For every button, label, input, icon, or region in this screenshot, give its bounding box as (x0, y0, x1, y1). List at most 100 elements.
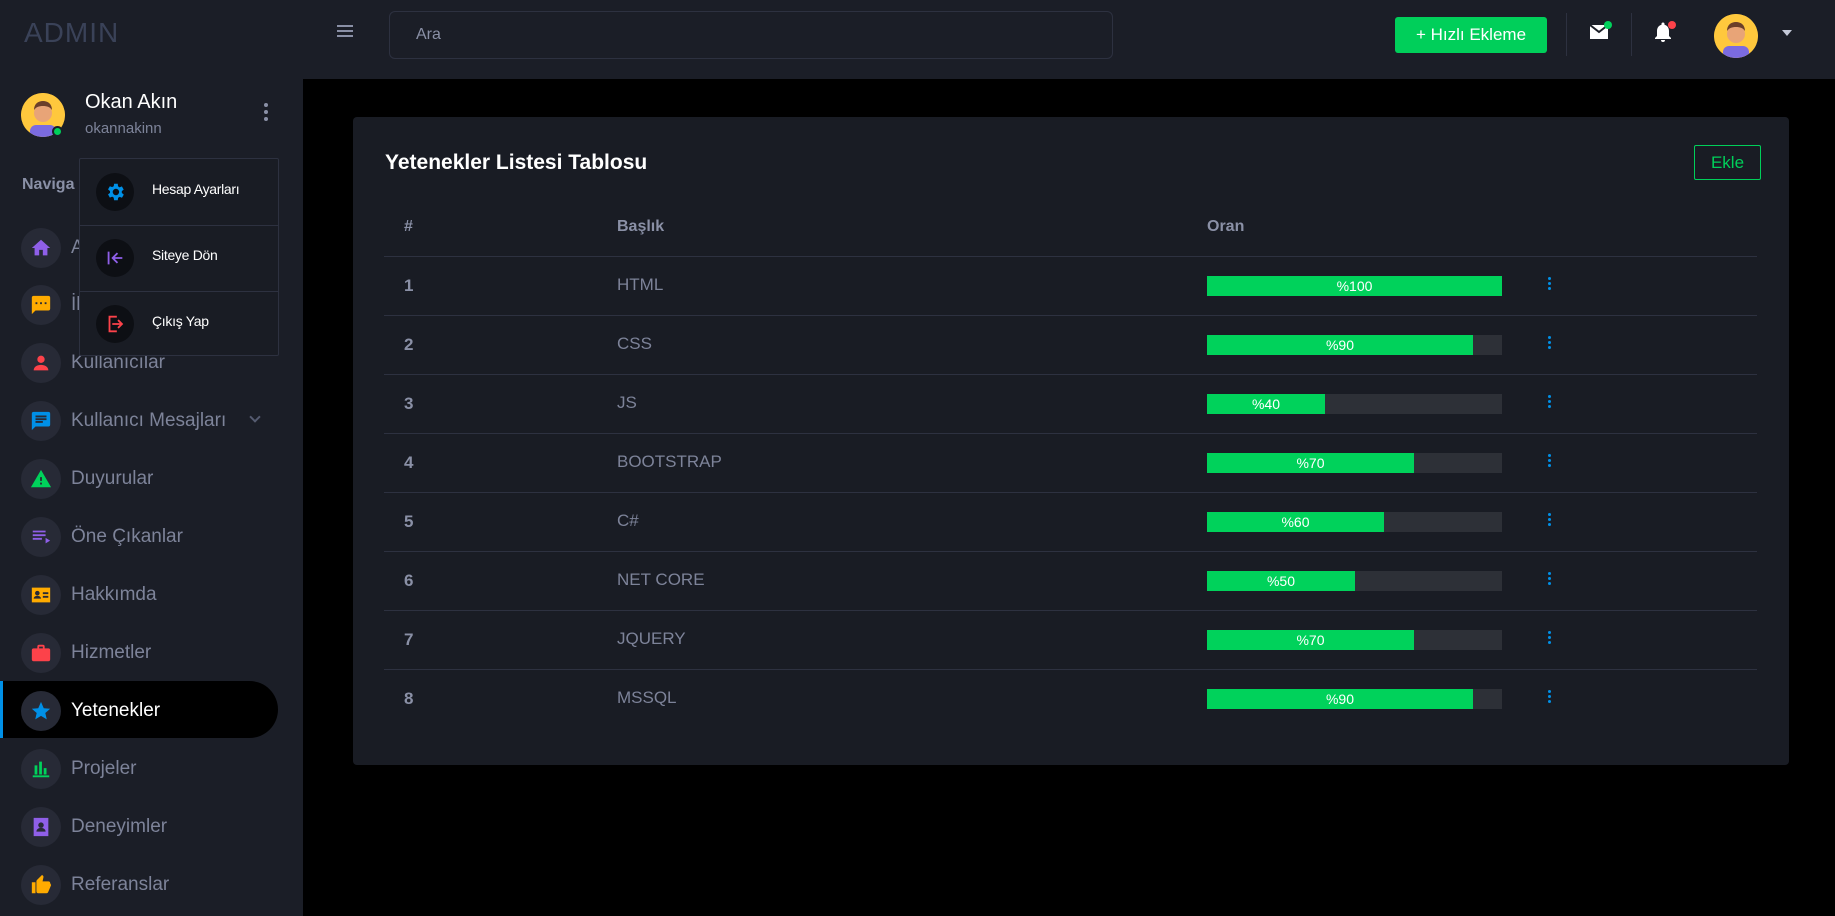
sidebar-item-services[interactable]: Hizmetler (0, 623, 278, 680)
user-icon (21, 343, 61, 383)
chat-icon (21, 401, 61, 441)
sidebar-item-highlights[interactable]: Öne Çıkanlar (0, 507, 278, 564)
menu-item-label: Siteye Dön (152, 247, 218, 263)
gear-icon (96, 173, 134, 211)
profile-dropdown-menu: Hesap Ayarları Siteye Dön Çıkış Yap (79, 158, 279, 356)
divider (1631, 13, 1632, 56)
progress-bar: %70 (1207, 453, 1502, 473)
skills-table-card: Yetenekler Listesi Tablosu Ekle # Başlık… (353, 117, 1789, 765)
divider (384, 610, 1757, 611)
progress-fill: %90 (1207, 689, 1473, 709)
briefcase-icon (21, 633, 61, 673)
column-header-number: # (404, 218, 413, 235)
skill-name: JS (617, 393, 637, 412)
menu-item-label: Hesap Ayarları (152, 181, 240, 197)
sidebar-item-label: Referanslar (71, 874, 170, 895)
id-card-icon (21, 575, 61, 615)
divider (384, 256, 1757, 257)
divider (384, 492, 1757, 493)
skill-name: CSS (617, 334, 652, 353)
sidebar-item-skills[interactable]: Yetenekler (0, 681, 278, 738)
sidebar-item-label: Öne Çıkanlar (71, 526, 183, 547)
sidebar-item-label: Kullanıcı Mesajları (71, 410, 227, 431)
sidebar-item-experiences[interactable]: Deneyimler (0, 797, 278, 854)
menu-item-account-settings[interactable]: Hesap Ayarları (80, 159, 278, 225)
top-navbar: ADMIN + Hızlı Ekleme (0, 0, 1835, 79)
progress-fill: %60 (1207, 512, 1384, 532)
menu-toggle-icon[interactable] (337, 25, 353, 39)
card-title: Yetenekler Listesi Tablosu (385, 151, 648, 174)
column-header-rate: Oran (1207, 218, 1245, 235)
sidebar-item-label: Yetenekler (71, 700, 161, 721)
column-header-title: Başlık (617, 218, 665, 235)
divider (1566, 13, 1567, 56)
row-options-icon[interactable] (1546, 690, 1552, 706)
divider (384, 374, 1757, 375)
nav-section-title: Naviga (22, 176, 75, 193)
notification-badge (1668, 21, 1676, 29)
menu-item-label: Çıkış Yap (152, 313, 209, 329)
progress-fill: %70 (1207, 453, 1414, 473)
divider (384, 315, 1757, 316)
progress-bar: %90 (1207, 689, 1502, 709)
sidebar-item-references[interactable]: Referanslar (0, 855, 278, 912)
row-options-icon[interactable] (1546, 454, 1552, 470)
row-number: 8 (404, 689, 414, 708)
skill-name: C# (617, 511, 639, 530)
menu-item-logout[interactable]: Çıkış Yap (80, 291, 278, 357)
skill-name: MSSQL (617, 688, 677, 707)
user-avatar[interactable] (1714, 14, 1758, 58)
progress-bar: %100 (1207, 276, 1502, 296)
row-number: 2 (404, 335, 414, 354)
progress-fill: %50 (1207, 571, 1355, 591)
skill-name: NET CORE (617, 570, 705, 589)
message-icon (21, 285, 61, 325)
progress-fill: %100 (1207, 276, 1502, 296)
sidebar-item-projects[interactable]: Projeler (0, 739, 278, 796)
sidebar-item-user-messages[interactable]: Kullanıcı Mesajları (0, 391, 278, 448)
contact-icon (21, 807, 61, 847)
chevron-down-icon[interactable] (1782, 30, 1792, 36)
quick-add-button[interactable]: + Hızlı Ekleme (1395, 17, 1547, 53)
row-options-icon[interactable] (1546, 631, 1552, 647)
progress-fill: %40 (1207, 394, 1325, 414)
profile-username: okannakinn (85, 120, 162, 137)
brand-logo[interactable]: ADMIN (24, 17, 119, 49)
sidebar-item-label: Deneyimler (71, 816, 168, 837)
sidebar-item-label: Hakkımda (71, 584, 157, 605)
row-number: 3 (404, 394, 414, 413)
sidebar-item-about[interactable]: Hakkımda (0, 565, 278, 622)
progress-bar: %70 (1207, 630, 1502, 650)
sidebar-item-label: Duyurular (71, 468, 154, 489)
sidebar-item-label: Hizmetler (71, 642, 152, 663)
profile-options-icon[interactable] (262, 103, 270, 123)
row-options-icon[interactable] (1546, 277, 1552, 293)
progress-bar: %50 (1207, 571, 1502, 591)
sidebar-item-announcements[interactable]: Duyurular (0, 449, 278, 506)
divider (384, 433, 1757, 434)
row-number: 1 (404, 276, 414, 295)
add-skill-button[interactable]: Ekle (1694, 145, 1761, 180)
progress-fill: %70 (1207, 630, 1414, 650)
thumbs-up-icon (21, 865, 61, 905)
star-icon (21, 691, 61, 731)
row-number: 4 (404, 453, 414, 472)
progress-bar: %40 (1207, 394, 1502, 414)
skill-name: HTML (617, 275, 664, 294)
logout-icon (96, 305, 134, 343)
list-icon (21, 517, 61, 557)
search-input[interactable] (389, 11, 1113, 59)
bell-icon[interactable] (1651, 20, 1676, 44)
row-number: 7 (404, 630, 414, 649)
row-options-icon[interactable] (1546, 336, 1552, 352)
progress-bar: %90 (1207, 335, 1502, 355)
profile-name: Okan Akın (85, 91, 178, 113)
row-number: 6 (404, 571, 414, 590)
row-options-icon[interactable] (1546, 572, 1552, 588)
chevron-down-icon (249, 411, 261, 423)
mail-icon[interactable] (1587, 20, 1612, 44)
row-options-icon[interactable] (1546, 513, 1552, 529)
menu-item-back-to-site[interactable]: Siteye Dön (80, 225, 278, 291)
row-number: 5 (404, 512, 414, 531)
row-options-icon[interactable] (1546, 395, 1552, 411)
